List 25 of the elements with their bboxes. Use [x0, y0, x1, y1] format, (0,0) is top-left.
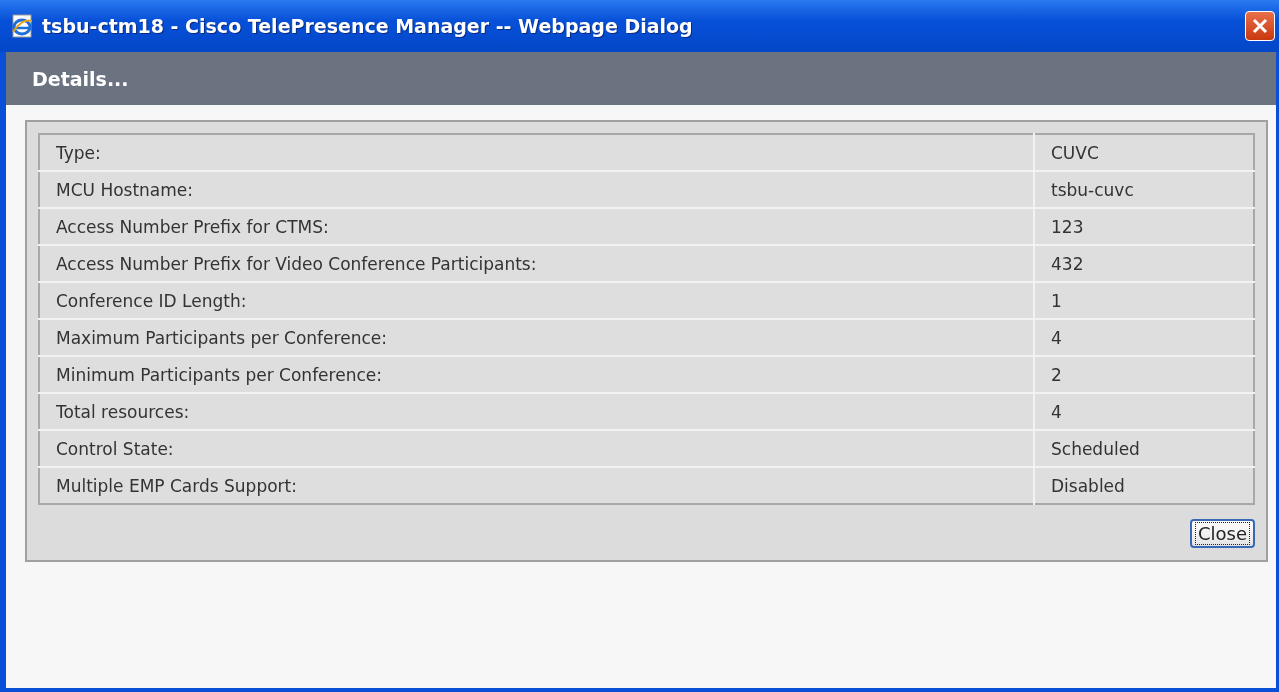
table-cell: Maximum Participants per Conference:	[39, 319, 1034, 356]
table-cell: 2	[1034, 356, 1254, 393]
table-cell: Control State:	[39, 430, 1034, 467]
browser-icon	[10, 14, 34, 38]
table-cell: Scheduled	[1034, 430, 1254, 467]
table-cell: MCU Hostname:	[39, 171, 1034, 208]
table-cell: Multiple EMP Cards Support:	[39, 467, 1034, 504]
table-cell: 1	[1034, 282, 1254, 319]
table-cell: Type:	[39, 134, 1034, 171]
dialog-heading: Details...	[32, 67, 129, 90]
table-cell: 4	[1034, 393, 1254, 430]
table-cell: 432	[1034, 245, 1254, 282]
table-cell: 123	[1034, 208, 1254, 245]
table-cell: Access Number Prefix for CTMS:	[39, 208, 1034, 245]
table-cell: Conference ID Length:	[39, 282, 1034, 319]
table-cell: Disabled	[1034, 467, 1254, 504]
close-button[interactable]: Close	[1189, 519, 1255, 548]
table-cell: Minimum Participants per Conference:	[39, 356, 1034, 393]
table-cell: tsbu-cuvc	[1034, 171, 1254, 208]
table-cell: CUVC	[1034, 134, 1254, 171]
table-cell: Access Number Prefix for Video Conference Participants:	[39, 245, 1034, 282]
table-cell: 4	[1034, 319, 1254, 356]
window-title: tsbu-ctm18 - Cisco TelePresence Manager -- Webpage Dialog	[42, 15, 694, 37]
table-cell: Total resources:	[39, 393, 1034, 430]
close-icon[interactable]	[1245, 11, 1275, 41]
